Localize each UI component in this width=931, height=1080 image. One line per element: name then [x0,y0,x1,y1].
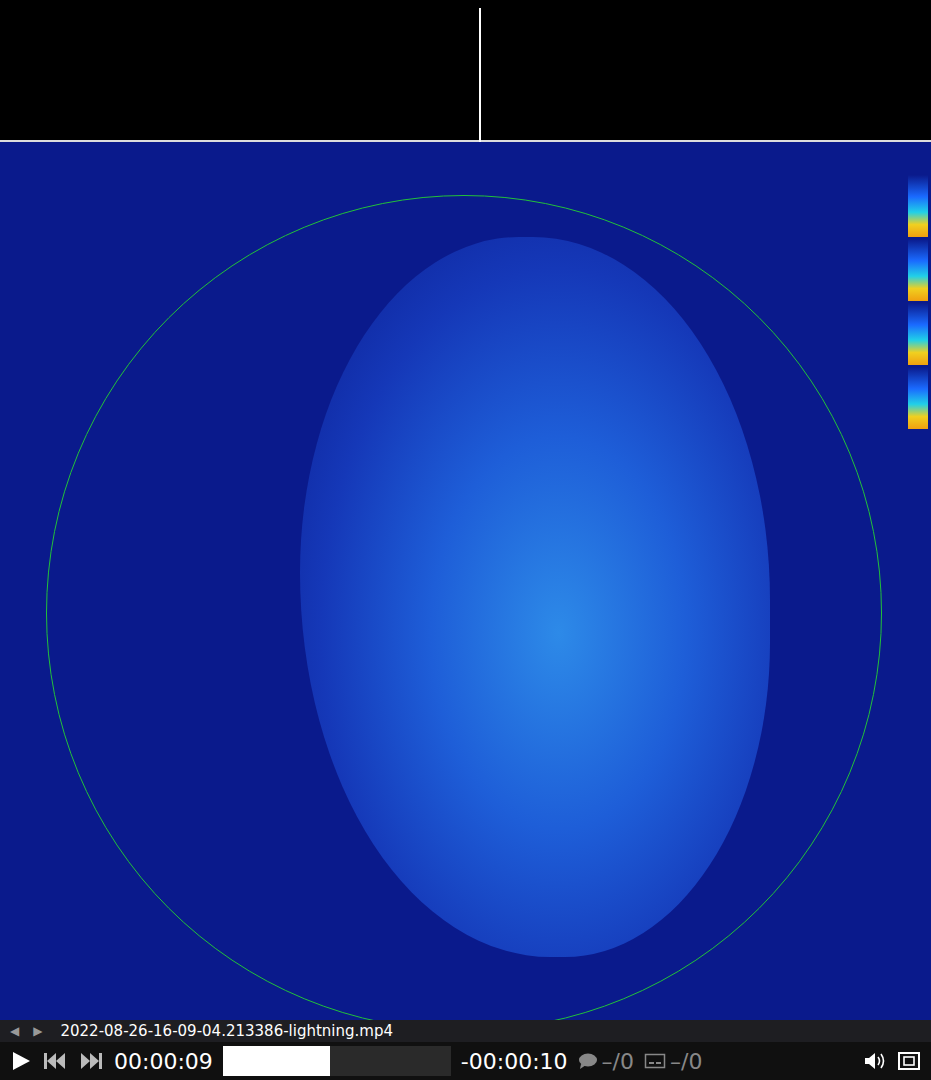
audio-track-button[interactable]: –/0 [578,1049,634,1074]
seek-bar[interactable] [223,1046,451,1076]
skip-back-icon[interactable] [42,1049,68,1073]
elapsed-time: 00:00:09 [114,1049,213,1074]
title-bar: ◀ ▶ 2022-08-26-16-09-04.213386-lightning… [0,1020,931,1042]
file-name: 2022-08-26-16-09-04.213386-lightning.mp4 [60,1022,393,1040]
playlist-prev-button[interactable]: ◀ [10,1024,19,1038]
subtitle-icon [644,1052,666,1070]
control-bar: 00:00:09 -00:00:10 –/0 –/0 [0,1042,931,1080]
signal-trace [0,0,931,142]
remaining-time: -00:00:10 [461,1049,568,1074]
video-frame[interactable] [0,0,931,1020]
playlist-next-button[interactable]: ▶ [33,1024,42,1038]
horizon-circle [46,195,882,1020]
play-icon[interactable] [10,1049,32,1073]
fullscreen-icon[interactable] [897,1050,921,1072]
speech-bubble-icon [578,1052,598,1070]
video-player: ◀ ▶ 2022-08-26-16-09-04.213386-lightning… [0,0,931,1080]
skip-forward-icon[interactable] [78,1049,104,1073]
cloud-glow [300,237,770,957]
volume-icon[interactable] [863,1050,887,1072]
subtitle-track-button[interactable]: –/0 [644,1049,702,1074]
color-scale [908,175,928,429]
